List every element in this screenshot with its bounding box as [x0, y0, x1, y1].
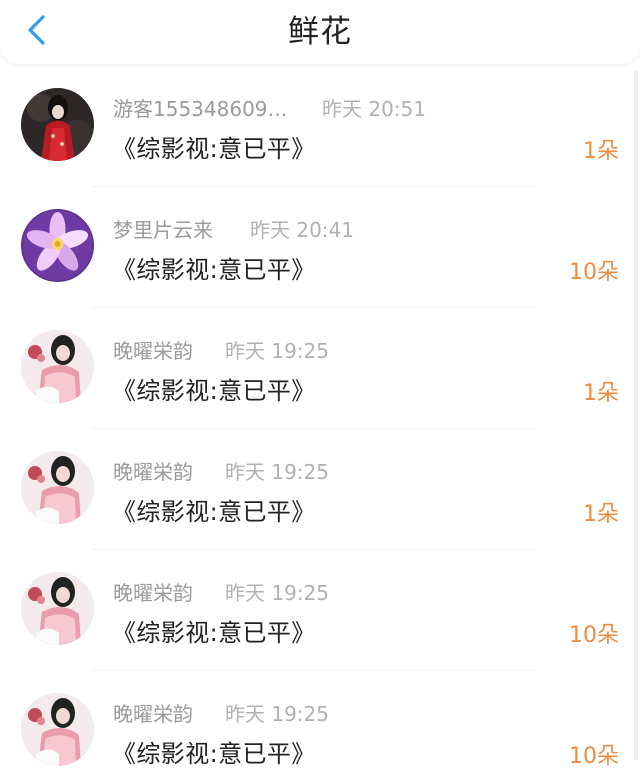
flower-gift-list[interactable]: 游客155348609… 昨天 20:51 《综影视:意已平》 1朵 梦里片云来… — [0, 66, 640, 782]
avatar-girl-pink-outfit[interactable] — [21, 330, 94, 403]
username: 晚曜栄韵 — [113, 339, 193, 363]
username: 游客155348609… — [113, 97, 288, 121]
username: 晚曜栄韵 — [113, 702, 193, 726]
scrollbar[interactable] — [634, 70, 638, 760]
work-title[interactable]: 《综影视:意已平》 — [112, 492, 316, 527]
gift-row[interactable]: 晚曜栄韵 昨天 19:25 《综影视:意已平》 1朵 — [0, 308, 640, 429]
gift-row[interactable]: 梦里片云来 昨天 20:41 《综影视:意已平》 10朵 — [0, 187, 640, 308]
flower-count: 10朵 — [569, 260, 619, 285]
flower-count: 10朵 — [569, 623, 619, 648]
work-title[interactable]: 《综影视:意已平》 — [112, 613, 316, 648]
avatar-girl-pink-outfit[interactable] — [21, 451, 94, 524]
username: 晚曜栄韵 — [113, 581, 193, 605]
work-title[interactable]: 《综影视:意已平》 — [112, 129, 316, 164]
timestamp: 昨天 19:25 — [225, 460, 329, 484]
gift-row[interactable]: 晚曜栄韵 昨天 19:25 《综影视:意已平》 1朵 — [0, 429, 640, 550]
timestamp: 昨天 20:41 — [250, 218, 354, 242]
avatar-purple-flower[interactable] — [21, 209, 94, 282]
flower-count: 1朵 — [583, 381, 619, 406]
flower-count: 10朵 — [569, 744, 619, 769]
avatar-girl-pink-outfit[interactable] — [21, 572, 94, 645]
flower-count: 1朵 — [583, 139, 619, 164]
timestamp: 昨天 20:51 — [322, 97, 426, 121]
username: 晚曜栄韵 — [113, 460, 193, 484]
work-title[interactable]: 《综影视:意已平》 — [112, 734, 316, 769]
timestamp: 昨天 19:25 — [225, 339, 329, 363]
timestamp: 昨天 19:25 — [225, 702, 329, 726]
gift-row[interactable]: 晚曜栄韵 昨天 19:25 《综影视:意已平》 10朵 — [0, 550, 640, 671]
gift-row[interactable]: 晚曜栄韵 昨天 19:25 《综影视:意已平》 10朵 — [0, 671, 640, 782]
flower-count: 1朵 — [583, 502, 619, 527]
avatar-girl-pink-outfit[interactable] — [21, 693, 94, 766]
work-title[interactable]: 《综影视:意已平》 — [112, 371, 316, 406]
page-title: 鲜花 — [288, 14, 352, 50]
flowers-page: 鲜花 游客155348609… 昨天 20:51 《综影视:意已平》 1朵 梦里… — [0, 0, 640, 782]
username: 梦里片云来 — [113, 218, 213, 242]
work-title[interactable]: 《综影视:意已平》 — [112, 250, 316, 285]
top-navigation-bar: 鲜花 — [0, 0, 640, 64]
timestamp: 昨天 19:25 — [225, 581, 329, 605]
avatar-woman-red-dress[interactable] — [21, 88, 94, 161]
gift-row[interactable]: 游客155348609… 昨天 20:51 《综影视:意已平》 1朵 — [0, 66, 640, 187]
